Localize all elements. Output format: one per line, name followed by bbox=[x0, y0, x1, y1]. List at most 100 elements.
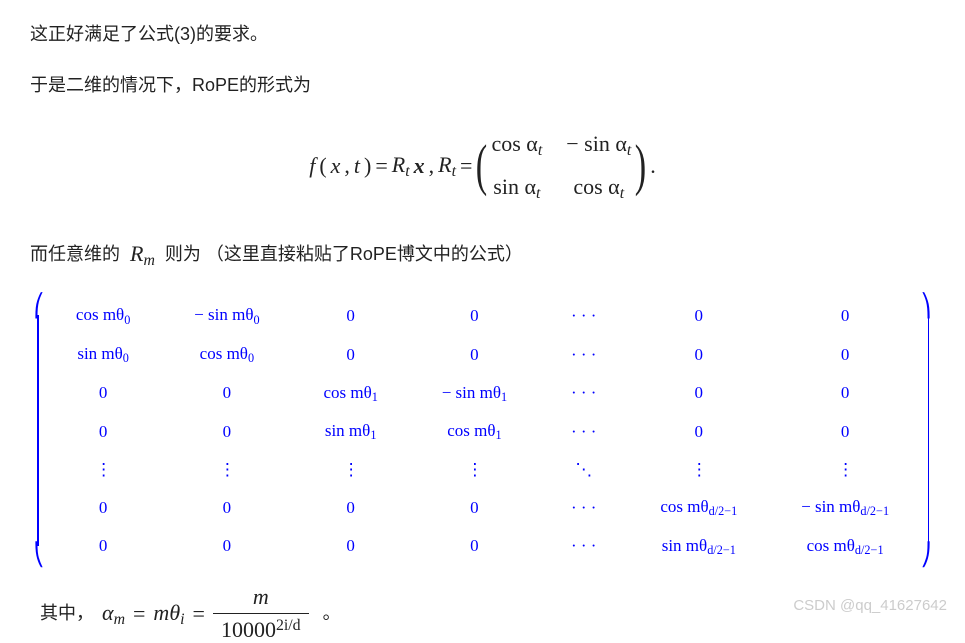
matrix-cell-r6-c1: 0 bbox=[178, 532, 275, 559]
m00-sub: t bbox=[538, 142, 542, 159]
sym-lparen: ( bbox=[319, 148, 326, 183]
matrix-cell-r1-c1: cos mθ0 bbox=[178, 340, 275, 369]
matrix-cell-r4-c1: ⋮ bbox=[178, 456, 275, 483]
big-matrix-grid: cos mθ0 − sin mθ0 0 0 · · · 0 0 sin mθ0 cos mθ0 0… bbox=[48, 295, 917, 566]
theta: θ bbox=[169, 600, 180, 625]
Rm-R: R bbox=[130, 241, 143, 266]
matrix-cell-r6-c3: 0 bbox=[426, 532, 523, 559]
sym-t: t bbox=[354, 148, 360, 183]
end-punct: 。 bbox=[323, 599, 341, 628]
m11-sub: t bbox=[620, 185, 624, 202]
alpha: α bbox=[102, 600, 114, 625]
m01-sub: t bbox=[627, 142, 631, 159]
matrix-cell-r1-c6: 0 bbox=[785, 341, 905, 368]
big-paren-left: ⎛⎝ bbox=[30, 295, 48, 566]
matrix-cell-r5-c6: − sin mθd/2−1 bbox=[785, 493, 905, 522]
matrix-cell-r3-c4: · · · bbox=[555, 418, 612, 445]
sym-x: x bbox=[331, 148, 341, 183]
matrix-cell-r3-c2: sin mθ1 bbox=[308, 417, 394, 446]
sym-f: f bbox=[309, 148, 315, 183]
matrix-cell-r2-c6: 0 bbox=[785, 379, 905, 406]
paragraph-2: 于是二维的情况下，RoPE的形式为 bbox=[30, 71, 935, 100]
m10: sin α bbox=[493, 174, 536, 199]
sym-period: . bbox=[650, 148, 656, 183]
den-base: 10000 bbox=[221, 617, 276, 642]
matrix-cell-r0-c1: − sin mθ0 bbox=[178, 301, 275, 330]
matrix-cell-r3-c3: cos mθ1 bbox=[426, 417, 523, 446]
watermark: CSDN @qq_41627642 bbox=[793, 594, 947, 618]
matrix-cell-r0-c4: · · · bbox=[555, 302, 612, 329]
sym-xbold: x bbox=[414, 148, 425, 183]
matrix-cell-r0-c3: 0 bbox=[426, 302, 523, 329]
matrix-cell-r0-c0: cos mθ0 bbox=[60, 301, 146, 330]
matrix-cell-r5-c3: 0 bbox=[426, 494, 523, 521]
p3-pre: 而任意维的 bbox=[30, 240, 120, 269]
matrix-cell-r3-c5: 0 bbox=[644, 418, 753, 445]
matrix-cell-r3-c6: 0 bbox=[785, 418, 905, 445]
matrix-cell-r0-c5: 0 bbox=[644, 302, 753, 329]
matrix-cell-r4-c3: ⋮ bbox=[426, 456, 523, 483]
p4-pre: 其中， bbox=[40, 599, 94, 628]
matrix-cell-r1-c0: sin mθ0 bbox=[60, 340, 146, 369]
matrix-cell-r4-c5: ⋮ bbox=[644, 456, 753, 483]
matrix-cell-r2-c2: cos mθ1 bbox=[308, 379, 394, 408]
matrix-cell-r4-c4: ⋱ bbox=[555, 456, 612, 483]
matrix-cell-r1-c5: 0 bbox=[644, 341, 753, 368]
matrix-cell-r2-c4: · · · bbox=[555, 379, 612, 406]
matrix-cell-r0-c6: 0 bbox=[785, 302, 905, 329]
matrix-cell-r5-c2: 0 bbox=[308, 494, 394, 521]
frac-num: m bbox=[245, 584, 277, 612]
paren-right: ) bbox=[635, 142, 646, 191]
sym-R1-sub: t bbox=[405, 163, 409, 180]
matrix-cell-r3-c0: 0 bbox=[60, 418, 146, 445]
paragraph-1: 这正好满足了公式(3)的要求。 bbox=[30, 20, 935, 49]
matrix-cell-r6-c0: 0 bbox=[60, 532, 146, 559]
paragraph-3: 而任意维的 Rm 则为 （这里直接粘贴了RoPE博文中的公式） bbox=[30, 236, 935, 273]
big-paren-right: ⎞⎠ bbox=[917, 295, 935, 566]
matrix-cell-r5-c5: cos mθd/2−1 bbox=[644, 493, 753, 522]
matrix-cell-r2-c5: 0 bbox=[644, 379, 753, 406]
den-exp: 2i/d bbox=[276, 617, 301, 634]
sym-comma2: , bbox=[429, 148, 435, 183]
frac-den: 100002i/d bbox=[213, 613, 309, 643]
matrix-cell-r6-c4: · · · bbox=[555, 532, 612, 559]
m11: cos α bbox=[573, 174, 619, 199]
eq2: = bbox=[193, 596, 205, 631]
matrix-cell-r4-c2: ⋮ bbox=[308, 456, 394, 483]
matrix-cell-r2-c0: 0 bbox=[60, 379, 146, 406]
sym-R1: R bbox=[392, 152, 405, 177]
matrix-cell-r1-c2: 0 bbox=[308, 341, 394, 368]
m10-sub: t bbox=[536, 185, 540, 202]
sym-comma: , bbox=[344, 148, 350, 183]
matrix-cell-r5-c4: · · · bbox=[555, 494, 612, 521]
matrix-cell-r4-c0: ⋮ bbox=[60, 456, 146, 483]
m: m bbox=[153, 600, 169, 625]
matrix-cell-r2-c3: − sin mθ1 bbox=[426, 379, 523, 408]
matrix-cell-r5-c0: 0 bbox=[60, 494, 146, 521]
matrix-cell-r4-c6: ⋮ bbox=[785, 456, 905, 483]
sym-rparen: ) bbox=[364, 148, 371, 183]
p3-post: 则为 （这里直接粘贴了RoPE博文中的公式） bbox=[165, 240, 523, 269]
matrix-cell-r1-c3: 0 bbox=[426, 341, 523, 368]
m01: − sin α bbox=[566, 131, 627, 156]
matrix-cell-r6-c6: cos mθd/2−1 bbox=[785, 532, 905, 561]
matrix-cell-r0-c2: 0 bbox=[308, 302, 394, 329]
matrix-cell-r5-c1: 0 bbox=[178, 494, 275, 521]
theta-sub: i bbox=[180, 611, 184, 628]
formula-2d-rope: f ( x , t ) = Rt x , Rt = ( cos αt − sin… bbox=[30, 126, 935, 207]
Rm-m: m bbox=[143, 252, 154, 269]
sym-R2: R bbox=[438, 152, 451, 177]
matrix-cell-r3-c1: 0 bbox=[178, 418, 275, 445]
matrix-cell-r1-c4: · · · bbox=[555, 341, 612, 368]
eq1: = bbox=[133, 596, 145, 631]
alpha-sub: m bbox=[114, 611, 125, 628]
fraction: m 100002i/d bbox=[213, 584, 309, 643]
m00: cos α bbox=[491, 131, 537, 156]
big-rotation-matrix: ⎛⎝ cos mθ0− sin mθ000· · ·00sin mθ0cos m… bbox=[30, 295, 935, 566]
sym-eq2: = bbox=[460, 148, 472, 183]
matrix-cell-r2-c1: 0 bbox=[178, 379, 275, 406]
Rm-symbol: Rm bbox=[126, 236, 159, 273]
sym-eq: = bbox=[375, 148, 387, 183]
sym-R2-sub: t bbox=[452, 163, 456, 180]
paren-left: ( bbox=[476, 142, 487, 191]
